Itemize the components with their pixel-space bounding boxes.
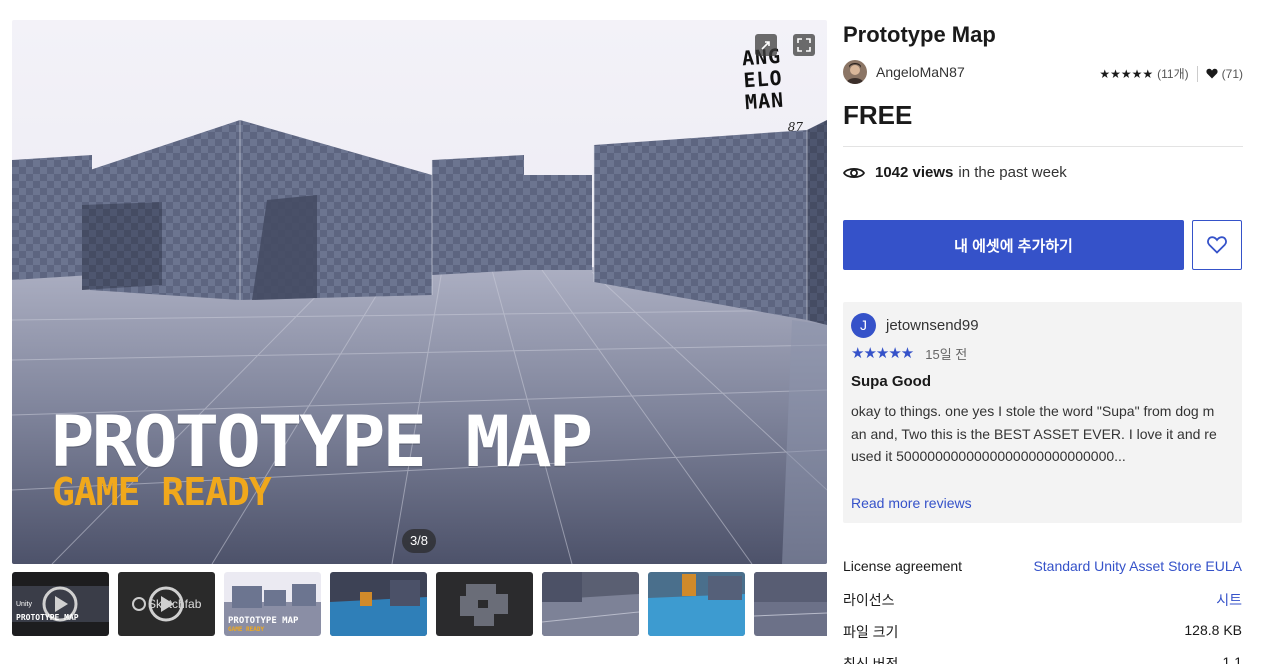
thumb-title: PROTOTYPE MAP [16, 613, 79, 622]
detail-key: 최신 버전 [843, 656, 899, 664]
image-thumbnail [330, 572, 427, 636]
thumb-subtitle: GAME READY [228, 626, 265, 633]
review-card: J jetownsend99 ★★★★★ 15일 전 Supa Good oka… [843, 302, 1242, 523]
seller-name[interactable]: AngeloMaN87 [876, 64, 965, 80]
seller-logo: ANG ELO MAN 87 [721, 44, 805, 134]
logo-signature: 87 [787, 120, 803, 134]
thumb-brand: Unity [16, 601, 32, 608]
views-info: 1042 views in the past week [843, 164, 1067, 181]
thumbnail-2[interactable]: Sketchfab [118, 572, 215, 636]
fullscreen-icon [797, 38, 811, 52]
thumbnail-1[interactable]: Unity PROTOTYPE MAP [12, 572, 109, 636]
thumbnail-5[interactable] [436, 572, 533, 636]
views-count: 1042 views [875, 164, 954, 181]
product-title: Prototype Map [843, 22, 996, 47]
latest-version-value: 1.1 [1222, 654, 1242, 664]
thumbnail-strip: Unity PROTOTYPE MAP Sketchfab PROTOTYPE … [12, 572, 827, 636]
add-to-my-assets-button[interactable]: 내 에셋에 추가하기 [843, 220, 1184, 270]
sketchfab-label: Sketchfab [148, 597, 202, 611]
heart-icon [1206, 68, 1218, 79]
detail-key: 라이선스 [843, 592, 895, 608]
image-thumbnail [648, 572, 745, 636]
image-counter: 3/8 [402, 529, 436, 553]
overlay-title: PROTOTYPE MAP [50, 401, 593, 483]
sketchfab-thumbnail: Sketchfab [118, 572, 215, 636]
divider [843, 146, 1243, 147]
logo-line: MAN [744, 87, 785, 115]
views-suffix: in the past week [958, 164, 1067, 181]
thumb-title: PROTOTYPE MAP [228, 616, 299, 626]
main-image-viewer[interactable]: ANG ELO MAN 87 PROTOTYPE MAP GAME READY … [12, 20, 827, 564]
image-thumbnail [542, 572, 639, 636]
thumbnail-6[interactable] [542, 572, 639, 636]
detail-key: License agreement [843, 558, 963, 574]
detail-row: 최신 버전 1.1 [843, 651, 1242, 664]
image-thumbnail [436, 572, 533, 636]
price: FREE [843, 100, 913, 130]
favorites-count: (71) [1221, 66, 1243, 81]
seller-info[interactable]: AngeloMaN87 [843, 59, 965, 85]
seller-avatar[interactable] [843, 60, 867, 84]
review-date: 15일 전 [925, 346, 968, 362]
rating-summary[interactable]: ★★★★★ (11개) (71) [1099, 65, 1243, 82]
detail-row: 파일 크기 128.8 KB [843, 619, 1242, 651]
rating-count: (11개) [1157, 67, 1189, 81]
thumbnail-3-active[interactable]: PROTOTYPE MAP GAME READY [222, 572, 323, 636]
license-type-link[interactable]: 시트 [1216, 590, 1242, 610]
read-more-reviews-link[interactable]: Read more reviews [851, 495, 972, 511]
reviewer-name[interactable]: jetownsend99 [886, 317, 979, 334]
image-thumbnail: PROTOTYPE MAP GAME READY [224, 572, 321, 636]
license-agreement-link[interactable]: Standard Unity Asset Store EULA [1033, 558, 1242, 574]
file-size-value: 128.8 KB [1184, 622, 1242, 638]
thumbnail-7[interactable] [648, 572, 745, 636]
fullscreen-button[interactable] [793, 34, 815, 56]
image-thumbnail [754, 572, 827, 636]
detail-row: License agreement Standard Unity Asset S… [843, 555, 1242, 587]
heart-outline-icon [1207, 236, 1227, 254]
overlay-subtitle: GAME READY [52, 470, 272, 514]
thumbnail-8[interactable] [754, 572, 827, 636]
review-body: okay to things. one yes I stole the word… [851, 403, 1217, 464]
rating-stars: ★★★★★ [1099, 66, 1154, 81]
detail-row: 라이선스 시트 [843, 587, 1242, 619]
thumbnail-4[interactable] [330, 572, 427, 636]
review-stars: ★★★★★ [851, 345, 914, 362]
wishlist-button[interactable] [1192, 220, 1242, 270]
divider [1196, 65, 1198, 82]
review-title: Supa Good [851, 373, 931, 390]
detail-key: 파일 크기 [843, 624, 899, 640]
reviewer-avatar[interactable]: J [851, 312, 876, 338]
eye-icon [843, 166, 865, 180]
share-button[interactable] [755, 34, 777, 56]
share-icon [761, 41, 770, 50]
asset-details-table: License agreement Standard Unity Asset S… [843, 555, 1242, 664]
video-thumbnail: Unity PROTOTYPE MAP [12, 572, 109, 636]
